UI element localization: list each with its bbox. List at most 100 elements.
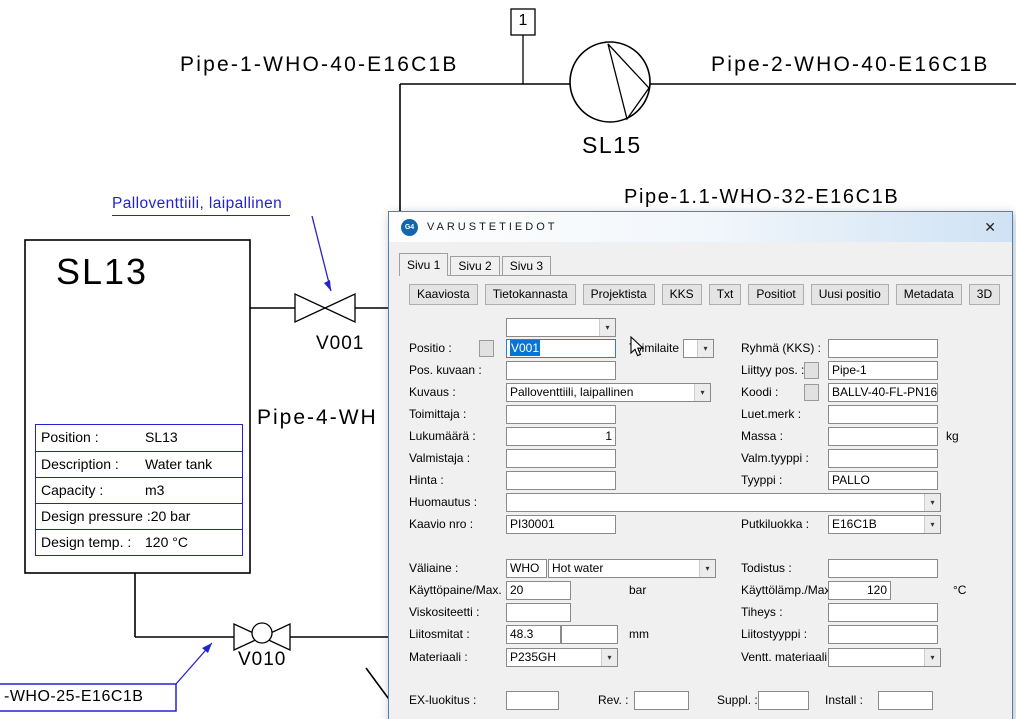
positio-label: Positio :: [409, 341, 452, 356]
positio-picker-button[interactable]: [479, 340, 494, 357]
tiheys-input[interactable]: [828, 603, 938, 622]
liitosmitat-input2[interactable]: [561, 625, 618, 644]
putkiluokka-value: E16C1B: [832, 517, 877, 531]
tab-strip: Sivu 1 Sivu 2 Sivu 3: [399, 253, 1012, 276]
todistus-input[interactable]: [828, 559, 938, 578]
koodi-label: Koodi :: [741, 385, 778, 400]
toimilaite-combo[interactable]: ▾: [683, 339, 714, 358]
annotation-leader-line: [312, 216, 331, 291]
materiaali-combo[interactable]: P235GH▾: [506, 648, 618, 667]
tab-sivu1[interactable]: Sivu 1: [399, 253, 448, 276]
kayttopaine-input[interactable]: 20: [506, 581, 571, 600]
tank-data-table: Position :SL13 Description :Water tank C…: [35, 424, 243, 556]
ventt-materiaali-combo[interactable]: ▾: [828, 648, 941, 667]
valve-symbol-v001[interactable]: [295, 294, 325, 322]
chevron-down-icon: ▾: [694, 384, 710, 401]
materiaali-label: Materiaali :: [409, 650, 468, 665]
suppl-input[interactable]: [758, 691, 809, 710]
ex-luokitus-label: EX-luokitus :: [409, 693, 476, 708]
pipe4-label: Pipe-4-WH: [257, 406, 378, 430]
kayttopaine-label: Käyttöpaine/Max. :: [409, 583, 508, 598]
chevron-down-icon: ▾: [599, 319, 615, 336]
chevron-down-icon: ▾: [924, 516, 940, 533]
positio-input[interactable]: V001: [506, 339, 616, 358]
ventt-materiaali-label: Ventt. materiaali :: [741, 650, 834, 665]
app-logo-icon: G4: [401, 219, 418, 236]
pos-kuvaan-input[interactable]: [506, 361, 616, 380]
valiaine-code-input[interactable]: WHO: [506, 559, 547, 578]
kaavio-nro-input[interactable]: PI30001: [506, 515, 616, 534]
tank-table-row: Design temp. :120 °C: [36, 529, 242, 555]
putkiluokka-combo[interactable]: E16C1B ▾: [828, 515, 941, 534]
koodi-input[interactable]: BALLV-40-FL-PN16: [828, 383, 938, 402]
3d-button[interactable]: 3D: [969, 284, 1000, 305]
kayttolamp-unit: °C: [953, 583, 966, 598]
tab-sivu3[interactable]: Sivu 3: [502, 256, 551, 275]
kayttopaine-unit: bar: [629, 583, 646, 598]
tank-label: SL13: [56, 251, 148, 293]
tank-row-label: Design temp. :: [41, 530, 145, 555]
viskositeetti-input[interactable]: [506, 603, 571, 622]
hinta-input[interactable]: [506, 471, 616, 490]
valiaine-combo[interactable]: Hot water▾: [548, 559, 716, 578]
valiaine-label: Väliaine :: [409, 561, 458, 576]
positiot-button[interactable]: Positiot: [748, 284, 803, 305]
lukumaara-input[interactable]: 1: [506, 427, 616, 446]
tietokannasta-button[interactable]: Tietokannasta: [485, 284, 576, 305]
tab-sivu2[interactable]: Sivu 2: [450, 256, 499, 275]
huomautus-combo[interactable]: ▾: [506, 493, 941, 512]
ryhma-label: Ryhmä (KKS) :: [741, 341, 821, 356]
install-input[interactable]: [878, 691, 933, 710]
txt-button[interactable]: Txt: [709, 284, 742, 305]
tank-row-label: Position :: [41, 425, 145, 451]
close-icon[interactable]: ✕: [980, 218, 1000, 236]
massa-input[interactable]: [828, 427, 938, 446]
tank-table-row: Position :SL13: [36, 425, 242, 451]
rev-label: Rev. :: [598, 693, 628, 708]
toimittaja-input[interactable]: [506, 405, 616, 424]
suppl-label: Suppl. :: [717, 693, 758, 708]
liitosmitat-input[interactable]: 48.3: [506, 625, 561, 644]
liitostyyppi-label: Liitostyyppi :: [741, 627, 807, 642]
liitostyyppi-input[interactable]: [828, 625, 938, 644]
ryhma-input[interactable]: [828, 339, 938, 358]
liittyy-pos-input[interactable]: Pipe-1: [828, 361, 938, 380]
kuvaus-label: Kuvaus :: [409, 385, 456, 400]
dialog-titlebar[interactable]: G4 VARUSTETIEDOT ✕: [389, 212, 1012, 242]
kks-button[interactable]: KKS: [662, 284, 702, 305]
tank-row-value: Water tank: [145, 452, 212, 477]
tyyppi-input[interactable]: PALLO: [828, 471, 938, 490]
selected-text: V001: [510, 340, 540, 356]
varustetiedot-dialog: G4 VARUSTETIEDOT ✕ Sivu 1 Sivu 2 Sivu 3 …: [388, 211, 1013, 719]
tank-row-label: Capacity :: [41, 478, 145, 503]
install-label: Install :: [825, 693, 863, 708]
projektista-button[interactable]: Projektista: [583, 284, 655, 305]
valiaine-name: Hot water: [552, 561, 603, 575]
koodi-picker-button[interactable]: [804, 384, 819, 401]
pipe2-label: Pipe-2-WHO-40-E16C1B: [711, 53, 990, 77]
kaaviosta-button[interactable]: Kaaviosta: [409, 284, 478, 305]
liittyy-pos-picker-button[interactable]: [804, 362, 819, 379]
huomautus-label: Huomautus :: [409, 495, 477, 510]
metadata-button[interactable]: Metadata: [896, 284, 962, 305]
valm-tyyppi-input[interactable]: [828, 449, 938, 468]
todistus-label: Todistus :: [741, 561, 792, 576]
liittyy-pos-label: Liittyy pos. :: [741, 363, 804, 378]
top-dropdown[interactable]: ▾: [506, 318, 616, 337]
kayttolamp-input[interactable]: 120: [828, 581, 891, 600]
valve1-label: V001: [316, 333, 364, 355]
valmistaja-label: Valmistaja :: [409, 451, 470, 466]
rev-input[interactable]: [634, 691, 689, 710]
kuvaus-combo[interactable]: Palloventtiili, laipallinen▾: [506, 383, 711, 402]
tank-row-value: 120 °C: [145, 530, 188, 555]
dialog-toolbar: Kaaviosta Tietokannasta Projektista KKS …: [409, 284, 1000, 305]
pipe-node-number: 1: [511, 12, 535, 30]
ex-luokitus-input[interactable]: [506, 691, 559, 710]
liitosmitat-unit: mm: [629, 627, 649, 642]
valmistaja-input[interactable]: [506, 449, 616, 468]
kaavio-nro-label: Kaavio nro :: [409, 517, 473, 532]
uusi-positio-button[interactable]: Uusi positio: [811, 284, 889, 305]
tank-row-value: m3: [145, 478, 164, 503]
luet-merk-input[interactable]: [828, 405, 938, 424]
tank-row-value: SL13: [145, 425, 178, 451]
